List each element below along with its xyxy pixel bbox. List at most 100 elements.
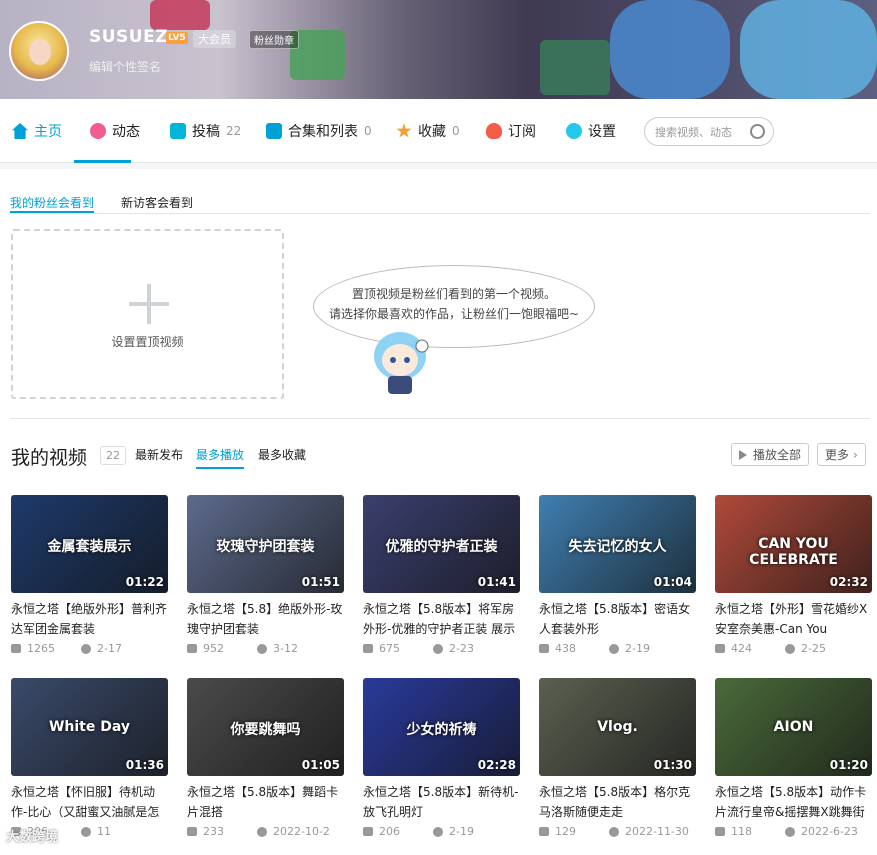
play-count-icon: [539, 644, 549, 653]
video-card[interactable]: 你要跳舞吗 01:05 永恒之塔【5.8版本】舞蹈卡片混搭 233 2022-1…: [187, 678, 344, 838]
video-card[interactable]: CAN YOU CELEBRATE 02:32 永恒之塔【外形】雪花婚纱X安室奈…: [715, 495, 872, 655]
video-thumbnail[interactable]: 你要跳舞吗 01:05: [187, 678, 344, 776]
thumbnail-caption: 玫瑰守护团套装: [216, 539, 315, 556]
set-pinned-video-button[interactable]: 设置置顶视频: [11, 229, 284, 399]
tab-collections[interactable]: 合集和列表 0: [266, 99, 372, 163]
thumbnail-caption: White Day: [48, 719, 131, 736]
tab-home[interactable]: 主页: [12, 99, 62, 163]
video-thumbnail[interactable]: White Day 01:36: [11, 678, 168, 776]
play-count-icon: [363, 644, 373, 653]
play-count: 952: [203, 642, 224, 655]
video-thumbnail[interactable]: CAN YOU CELEBRATE 02:32: [715, 495, 872, 593]
video-thumbnail[interactable]: AION 01:20: [715, 678, 872, 776]
clock-icon: [257, 826, 267, 837]
tab-count: 0: [452, 124, 460, 138]
video-card[interactable]: AION 01:20 永恒之塔【5.8版本】动作卡片流行皇帝&摇摆舞X跳舞街 1…: [715, 678, 872, 838]
tab-dynamic[interactable]: 动态: [90, 99, 140, 163]
section-gap: [0, 163, 877, 169]
active-tab-indicator: [74, 160, 131, 163]
thumbnail-caption: AION: [773, 719, 814, 736]
username: SUSUEZ: [89, 27, 169, 47]
vip-badge[interactable]: 大会员: [193, 30, 236, 48]
video-duration: 02:32: [829, 575, 868, 589]
play-all-button[interactable]: 播放全部: [731, 443, 810, 466]
sort-most-favorited[interactable]: 最多收藏: [258, 446, 306, 463]
video-duration: 01:30: [653, 758, 692, 772]
pin-tabs: 我的粉丝会看到 新访客会看到: [10, 194, 870, 214]
tab-fans-see[interactable]: 我的粉丝会看到: [10, 194, 95, 213]
gift-decoration: [150, 0, 210, 30]
video-card[interactable]: 金属套装展示 01:22 永恒之塔【绝版外形】普利齐达军团金属套装 1265 2…: [11, 495, 168, 655]
mascot-illustration: [374, 332, 429, 394]
tab-label: 设置: [588, 124, 616, 140]
video-title[interactable]: 永恒之塔【5.8版本】动作卡片流行皇帝&摇摆舞X跳舞街: [715, 782, 872, 822]
video-title[interactable]: 永恒之塔【5.8版本】新待机-放飞孔明灯: [363, 782, 520, 822]
video-card[interactable]: 优雅的守护者正装 01:41 永恒之塔【5.8版本】将军房外形-优雅的守护者正装…: [363, 495, 520, 655]
video-meta: 233 2022-10-2: [187, 825, 344, 838]
video-title[interactable]: 永恒之塔【5.8版本】舞蹈卡片混搭: [187, 782, 344, 822]
play-count: 233: [203, 825, 224, 838]
video-duration: 02:28: [477, 758, 516, 772]
tab-uploads[interactable]: 投稿 22: [170, 99, 241, 163]
video-meta: 952 3-12: [187, 642, 344, 655]
video-title[interactable]: 永恒之塔【5.8】绝版外形-玫瑰守护团套装: [187, 599, 344, 639]
upload-date: 2022-11-30: [625, 825, 689, 838]
upload-date: 2022-10-2: [273, 825, 330, 838]
search-icon[interactable]: [750, 124, 765, 139]
fan-badge[interactable]: 粉丝勋章: [249, 30, 299, 49]
tab-new-visitors-see[interactable]: 新访客会看到: [121, 194, 193, 213]
video-duration: 01:20: [829, 758, 868, 772]
tab-count: 0: [364, 124, 372, 138]
video-meta: 424 2-25: [715, 642, 872, 655]
chevron-right-icon: ›: [853, 447, 858, 462]
sort-most-played[interactable]: 最多播放: [196, 446, 245, 469]
tab-label: 订阅: [508, 124, 536, 140]
thumbnail-caption: CAN YOU CELEBRATE: [749, 536, 838, 569]
play-count-icon: [539, 827, 549, 836]
video-duration: 01:36: [125, 758, 164, 772]
avatar[interactable]: [9, 21, 69, 81]
video-duration: 01:04: [653, 575, 692, 589]
video-thumbnail[interactable]: 少女的祈祷 02:28: [363, 678, 520, 776]
upload-date: 11: [97, 825, 111, 838]
video-title[interactable]: 永恒之塔【5.8版本】格尔克马洛斯随便走走: [539, 782, 696, 822]
tab-settings[interactable]: 设置: [566, 99, 616, 163]
video-thumbnail[interactable]: Vlog. 01:30: [539, 678, 696, 776]
tab-label: 动态: [112, 124, 140, 140]
clock-icon: [257, 643, 267, 654]
search-placeholder: 搜索视频、动态: [655, 126, 732, 139]
upload-date: 2-17: [97, 642, 122, 655]
video-title[interactable]: 永恒之塔【5.8版本】将军房外形-优雅的守护者正装 展示: [363, 599, 520, 639]
tab-subscriptions[interactable]: 订阅: [486, 99, 536, 163]
gear-icon: [566, 123, 582, 139]
play-count: 118: [731, 825, 752, 838]
video-thumbnail[interactable]: 失去记忆的女人 01:04: [539, 495, 696, 593]
video-title[interactable]: 永恒之塔【外形】雪花婚纱X安室奈美惠-Can You: [715, 599, 872, 639]
search-input[interactable]: 搜索视频、动态: [644, 117, 774, 146]
video-card[interactable]: White Day 01:36 永恒之塔【怀旧服】待机动作-比心（又甜蜜又油腻是…: [11, 678, 168, 838]
video-card[interactable]: 少女的祈祷 02:28 永恒之塔【5.8版本】新待机-放飞孔明灯 206 2-1…: [363, 678, 520, 838]
bubble-line-2: 请选择你最喜欢的作品，让粉丝们一饱眼福吧~: [328, 307, 580, 321]
video-duration: 01:05: [301, 758, 340, 772]
clock-icon: [609, 826, 619, 837]
tab-label: 收藏: [418, 124, 446, 140]
video-card[interactable]: Vlog. 01:30 永恒之塔【5.8版本】格尔克马洛斯随便走走 129 20…: [539, 678, 696, 838]
video-thumbnail[interactable]: 金属套装展示 01:22: [11, 495, 168, 593]
thumbnail-caption: 少女的祈祷: [406, 722, 477, 739]
signature[interactable]: 编辑个性签名: [89, 58, 161, 75]
character-art: [740, 0, 877, 99]
video-title[interactable]: 永恒之塔【绝版外形】普利齐达军团金属套装: [11, 599, 168, 639]
video-card[interactable]: 失去记忆的女人 01:04 永恒之塔【5.8版本】密语女人套装外形 438 2-…: [539, 495, 696, 655]
video-thumbnail[interactable]: 玫瑰守护团套装 01:51: [187, 495, 344, 593]
video-thumbnail[interactable]: 优雅的守护者正装 01:41: [363, 495, 520, 593]
sort-latest[interactable]: 最新发布: [135, 446, 183, 463]
video-meta: 129 2022-11-30: [539, 825, 696, 838]
clock-icon: [609, 643, 619, 654]
video-duration: 01:22: [125, 575, 164, 589]
video-card[interactable]: 玫瑰守护团套装 01:51 永恒之塔【5.8】绝版外形-玫瑰守护团套装 952 …: [187, 495, 344, 655]
tab-favorites[interactable]: 收藏 0: [396, 99, 460, 163]
video-meta: 118 2022-6-23: [715, 825, 872, 838]
video-title[interactable]: 永恒之塔【5.8版本】密语女人套装外形: [539, 599, 696, 639]
more-button[interactable]: 更多 ›: [817, 443, 866, 466]
video-title[interactable]: 永恒之塔【怀旧服】待机动作-比心（又甜蜜又油腻是怎: [11, 782, 168, 822]
